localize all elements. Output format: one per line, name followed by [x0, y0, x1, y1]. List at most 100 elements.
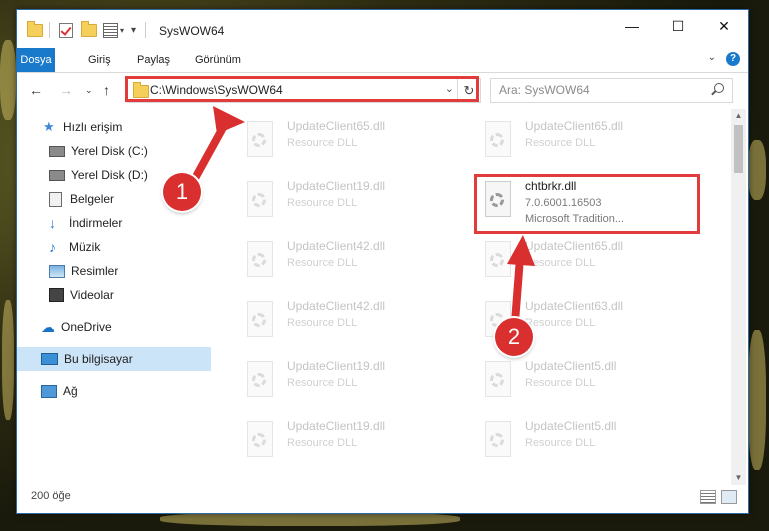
file-list: UpdateClient65.dll Resource DLL UpdateCl…	[213, 109, 731, 485]
file-name: UpdateClient65.dll	[525, 119, 624, 133]
cloud-icon: ☁	[41, 318, 55, 335]
quick-access-folder-icon[interactable]	[27, 20, 43, 38]
help-icon[interactable]: ?	[726, 52, 740, 66]
address-highlight-box	[125, 76, 479, 102]
videos-icon	[49, 288, 64, 302]
search-input[interactable]: Ara: SysWOW64	[490, 78, 733, 103]
sidebar-item-downloads[interactable]: ↓ İndirmeler 📌︎	[17, 211, 243, 235]
new-folder-icon[interactable]	[81, 20, 97, 38]
sidebar-item-network[interactable]: Ağ	[17, 379, 235, 403]
drive-icon	[49, 169, 65, 181]
sidebar-item-label: Resimler	[71, 264, 119, 278]
sidebar-item-videos[interactable]: Videolar 📌︎	[17, 283, 243, 307]
sidebar-item-label: Müzik	[69, 240, 101, 254]
dll-file-icon	[481, 361, 513, 399]
scroll-up-icon[interactable]: ▲	[731, 109, 746, 123]
search-placeholder: Ara: SysWOW64	[499, 83, 590, 97]
file-type: Resource DLL	[287, 377, 358, 389]
file-item[interactable]: UpdateClient65.dll Resource DLL	[475, 235, 695, 287]
documents-icon	[49, 191, 62, 207]
back-arrow-icon[interactable]: ←	[29, 82, 43, 98]
details-view-icon[interactable]	[700, 490, 716, 504]
file-item[interactable]: UpdateClient5.dll Resource DLL	[475, 355, 695, 407]
file-item[interactable]: UpdateClient42.dll Resource DLL	[237, 235, 457, 287]
item-count: 200 öğe	[31, 490, 71, 502]
properties-check-icon[interactable]	[59, 22, 73, 38]
file-item[interactable]: UpdateClient19.dll Resource DLL	[237, 355, 457, 407]
sidebar-item-label: Yerel Disk (D:)	[71, 168, 148, 182]
tab-file[interactable]: Dosya	[17, 48, 55, 72]
navigation-bar: ← → ⌄ ↑ C:\Windows\SysWOW64 ⌄ ↻ Ara: Sys…	[17, 73, 748, 107]
dll-file-icon	[481, 421, 513, 459]
customize-icon[interactable]: ▾	[103, 22, 124, 38]
sidebar-item-label: İndirmeler	[69, 216, 123, 230]
sidebar-item-onedrive[interactable]: ☁ OneDrive	[17, 315, 235, 339]
tab-view[interactable]: Görünüm	[187, 48, 249, 72]
forward-arrow-icon[interactable]: →	[59, 82, 73, 98]
file-highlight-box	[474, 174, 700, 234]
sidebar-item-music[interactable]: ♪ Müzik 📌︎	[17, 235, 243, 259]
sidebar-item-pictures[interactable]: Resimler 📌︎	[17, 259, 243, 283]
dll-file-icon	[243, 241, 275, 279]
sidebar-item-this-pc[interactable]: Bu bilgisayar	[17, 347, 211, 371]
title-bar: ▾ ▾ SysWOW64 — ☐ ✕	[17, 10, 748, 48]
file-type: Resource DLL	[525, 257, 596, 269]
recent-dropdown-icon[interactable]: ⌄	[85, 85, 93, 96]
file-item[interactable]: UpdateClient5.dll Resource DLL	[475, 415, 695, 467]
dll-file-icon	[481, 121, 513, 159]
file-item[interactable]: UpdateClient19.dll Resource DLL	[237, 415, 457, 467]
file-item[interactable]: UpdateClient65.dll Resource DLL	[475, 115, 695, 167]
file-type: Resource DLL	[525, 317, 596, 329]
scroll-down-icon[interactable]: ▼	[731, 471, 746, 485]
vertical-scrollbar[interactable]: ▲ ▼	[731, 109, 746, 485]
tab-home[interactable]: Giriş	[80, 48, 119, 72]
tiles-view-icon[interactable]	[721, 490, 737, 504]
navigation-pane: ★ Hızlı erişim Yerel Disk (C:) 📌︎ Yerel …	[17, 109, 237, 485]
separator	[49, 22, 50, 38]
file-item[interactable]: UpdateClient65.dll Resource DLL	[237, 115, 457, 167]
file-item[interactable]: UpdateClient19.dll Resource DLL	[237, 175, 457, 227]
ribbon-expand-icon[interactable]: ⌄	[708, 52, 716, 63]
sidebar-item-label: Ağ	[63, 384, 78, 398]
ribbon-tabs: Dosya Giriş Paylaş Görünüm ⌄ ?	[17, 48, 748, 73]
close-button[interactable]: ✕	[701, 10, 747, 42]
qat-dropdown-icon[interactable]: ▾	[131, 22, 136, 38]
step-1-badge: 1	[163, 173, 201, 211]
window-title: SysWOW64	[159, 24, 225, 38]
search-icon[interactable]	[714, 83, 724, 93]
file-name: UpdateClient65.dll	[287, 119, 386, 133]
download-icon: ↓	[49, 215, 56, 231]
file-name: UpdateClient19.dll	[287, 179, 386, 193]
computer-icon	[41, 353, 58, 365]
sidebar-item-label: Belgeler	[70, 192, 115, 206]
minimize-button[interactable]: —	[609, 10, 655, 42]
tab-share[interactable]: Paylaş	[129, 48, 178, 72]
sidebar-item-local-disk-c[interactable]: Yerel Disk (C:) 📌︎	[17, 139, 243, 163]
file-name: UpdateClient19.dll	[287, 419, 386, 433]
file-type: Resource DLL	[287, 437, 358, 449]
status-bar: 200 öğe	[17, 485, 748, 513]
drive-icon	[49, 145, 65, 157]
sidebar-item-label: Bu bilgisayar	[64, 352, 133, 366]
file-type: Resource DLL	[287, 257, 358, 269]
step-2-badge: 2	[495, 318, 533, 356]
dll-file-icon	[243, 361, 275, 399]
file-name: UpdateClient63.dll	[525, 299, 624, 313]
dll-file-icon	[243, 121, 275, 159]
dll-file-icon	[243, 421, 275, 459]
sidebar-item-label: Hızlı erişim	[63, 120, 123, 134]
file-type: Resource DLL	[287, 137, 358, 149]
file-name: UpdateClient5.dll	[525, 419, 617, 433]
sidebar-item-local-disk-d[interactable]: Yerel Disk (D:) 📌︎	[17, 163, 243, 187]
file-item[interactable]: UpdateClient42.dll Resource DLL	[237, 295, 457, 347]
file-type: Resource DLL	[287, 317, 358, 329]
sidebar-item-quick-access[interactable]: ★ Hızlı erişim	[17, 115, 237, 139]
scrollbar-thumb[interactable]	[734, 125, 743, 173]
up-arrow-icon[interactable]: ↑	[103, 82, 110, 98]
maximize-button[interactable]: ☐	[655, 10, 701, 42]
file-name: UpdateClient42.dll	[287, 299, 386, 313]
network-icon	[41, 384, 57, 398]
sidebar-item-documents[interactable]: Belgeler 📌︎	[17, 187, 243, 211]
file-type: Resource DLL	[525, 137, 596, 149]
dll-file-icon	[243, 181, 275, 219]
